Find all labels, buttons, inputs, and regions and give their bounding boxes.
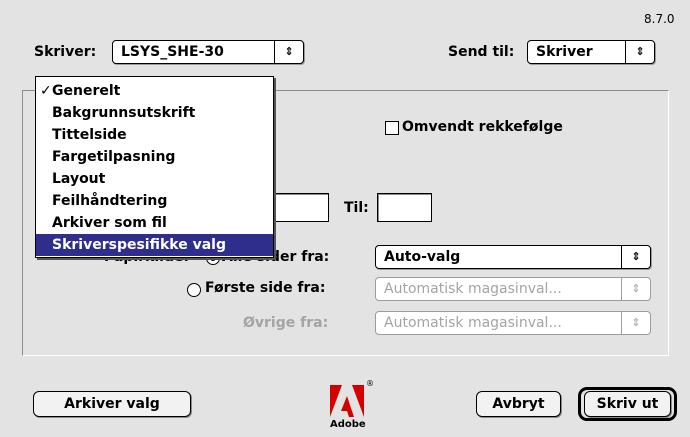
menu-item-label: Skriverspesifikke valg [52, 237, 226, 253]
save-settings-button[interactable]: Arkiver valg [33, 391, 191, 417]
menu-item-layout[interactable]: Layout [36, 168, 273, 190]
first-page-popup[interactable]: Automatisk magasinval... ⇕ [375, 277, 651, 301]
menu-item-label: Arkiver som fil [52, 215, 167, 231]
send-to-value: Skriver [536, 44, 593, 60]
menu-item-label: Layout [52, 171, 106, 187]
cancel-button[interactable]: Avbryt [476, 391, 561, 417]
popup-arrows-icon: ⇕ [621, 312, 650, 334]
reverse-order-label[interactable]: Omvendt rekkefølge [402, 118, 563, 136]
menu-item-label: Bakgrunnsutskrift [52, 105, 196, 121]
adobe-logo-icon [330, 385, 364, 417]
remaining-label: Øvrige fra: [243, 315, 329, 331]
range-from-field[interactable] [272, 193, 329, 222]
menu-item-cover-page[interactable]: Tittelside [36, 124, 273, 146]
adobe-logo-text: Adobe [330, 419, 366, 430]
adobe-logo: Adobe ® [330, 379, 374, 431]
panel-menu[interactable]: ✓ Generelt Bakgrunnsutskrift Tittelside … [35, 76, 274, 258]
checkmark-icon: ✓ [40, 83, 52, 99]
send-to-popup[interactable]: Skriver ⇕ [527, 40, 655, 64]
menu-item-save-as-file[interactable]: Arkiver som fil [36, 212, 273, 234]
popup-arrows-icon: ⇕ [621, 278, 650, 300]
popup-arrows-icon: ⇕ [625, 41, 654, 63]
remaining-popup[interactable]: Automatisk magasinval... ⇕ [375, 311, 651, 335]
menu-item-label: Generelt [52, 83, 121, 99]
menu-item-general[interactable]: ✓ Generelt [36, 80, 273, 102]
remaining-value: Automatisk magasinval... [384, 315, 562, 331]
menu-item-color-matching[interactable]: Fargetilpasning [36, 146, 273, 168]
printer-label: Skriver: [34, 44, 97, 60]
menu-item-background-printing[interactable]: Bakgrunnsutskrift [36, 102, 273, 124]
menu-item-label: Feilhåndtering [52, 193, 168, 209]
range-to-field[interactable] [377, 193, 432, 222]
range-to-label: Til: [344, 200, 369, 216]
printer-value: LSYS_SHE-30 [121, 44, 224, 60]
first-page-label[interactable]: Første side fra: [205, 279, 325, 297]
first-page-radio[interactable] [187, 283, 201, 297]
send-to-label: Send til: [448, 44, 515, 60]
version-label: 8.7.0 [644, 12, 675, 26]
reverse-order-checkbox[interactable] [385, 121, 399, 135]
menu-item-label: Fargetilpasning [52, 149, 176, 165]
printer-popup[interactable]: LSYS_SHE-30 ⇕ [112, 40, 304, 64]
registered-mark: ® [366, 379, 374, 388]
menu-item-printer-specific-options[interactable]: Skriverspesifikke valg [36, 234, 273, 256]
menu-item-label: Tittelside [52, 127, 127, 143]
first-page-value: Automatisk magasinval... [384, 281, 562, 297]
menu-item-error-handling[interactable]: Feilhåndtering [36, 190, 273, 212]
popup-arrows-icon: ⇕ [274, 41, 303, 63]
popup-arrows-icon: ⇕ [621, 246, 650, 268]
print-button[interactable]: Skriv ut [584, 391, 671, 417]
all-pages-value: Auto-valg [384, 249, 461, 265]
all-pages-popup[interactable]: Auto-valg ⇕ [375, 245, 651, 269]
